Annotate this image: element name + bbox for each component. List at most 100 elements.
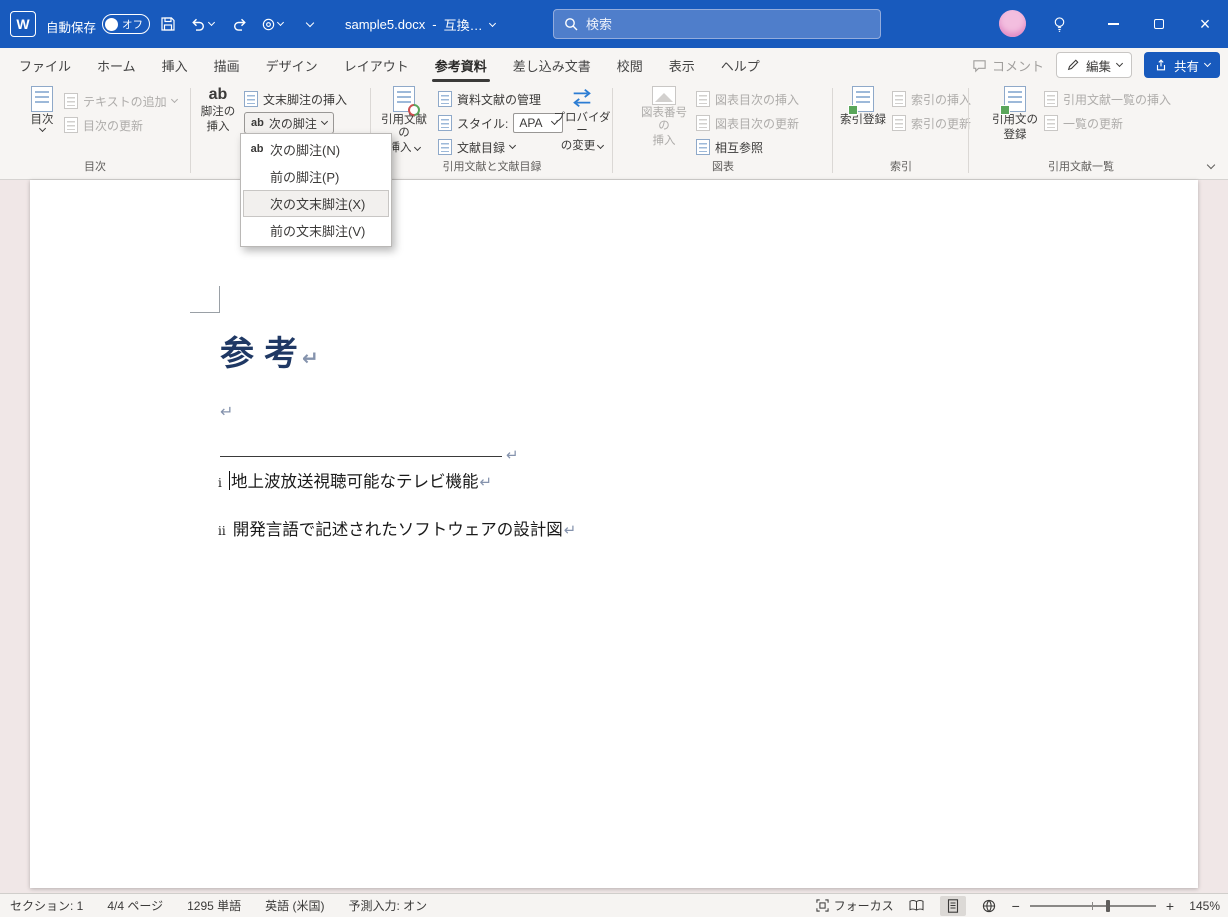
tab-view[interactable]: 表示 [656, 48, 708, 82]
toc-button[interactable]: 目次 [22, 86, 62, 133]
next-footnote-dropdown-menu: ab 次の脚注(N) 前の脚注(P) 次の文末脚注(X) 前の文末脚注(V) [240, 133, 392, 247]
bibliography-button[interactable]: 文献目録 [438, 136, 517, 158]
title-bar: W 自動保存 オフ sample5.docx - 互換… 検索 × [0, 0, 1228, 48]
search-bar[interactable] [553, 9, 881, 39]
user-avatar[interactable] [999, 10, 1026, 37]
menu-item-previous-footnote[interactable]: 前の脚注(P) [243, 163, 389, 190]
chevron-down-icon [276, 18, 284, 27]
tab-layout[interactable]: レイアウト [331, 48, 422, 82]
editing-mode-button[interactable]: 編集 [1055, 52, 1132, 78]
chevron-down-icon [597, 141, 605, 149]
manage-sources-button[interactable]: 資料文献の管理 [438, 88, 541, 110]
insert-index-button[interactable]: 索引の挿入 [892, 88, 971, 110]
zoom-level[interactable]: 145% [1184, 899, 1220, 913]
print-layout-button[interactable] [939, 895, 966, 916]
chevron-down-icon [1115, 59, 1124, 68]
section-indicator[interactable]: セクション: 1 [10, 897, 83, 914]
menu-item-previous-endnote[interactable]: 前の文末脚注(V) [243, 217, 389, 244]
tab-design[interactable]: デザイン [253, 48, 331, 82]
share-icon [1156, 59, 1166, 71]
change-provider-button[interactable]: プロバイダー の変更 [552, 86, 612, 153]
insert-table-of-figures-button[interactable]: 図表目次の挿入 [696, 88, 799, 110]
menu-item-next-endnote[interactable]: 次の文末脚注(X) [243, 190, 389, 217]
group-divider [832, 88, 833, 173]
ab-next-footnote-icon: ab [251, 116, 264, 129]
footnote-2: ii 開発言語で記述されたソフトウェアの設計図 ↵ [218, 516, 576, 540]
ribbon: 目次 テキストの追加 目次の更新 目次 ab 脚注の 挿入 文末脚注の挿入 ab… [0, 82, 1228, 180]
autosave-toggle[interactable]: オフ [102, 14, 150, 34]
save-button[interactable] [158, 14, 178, 34]
language-indicator[interactable]: 英語 (米国) [265, 897, 324, 914]
share-button[interactable]: 共有 [1143, 52, 1220, 78]
zoom-slider[interactable] [1029, 899, 1156, 912]
undo-menu-chevron[interactable] [205, 14, 217, 34]
table-of-authorities-icon [1044, 91, 1058, 107]
zoom-in-button[interactable]: + [1166, 898, 1174, 914]
maximize-button[interactable] [1136, 0, 1182, 48]
menu-item-next-footnote[interactable]: ab 次の脚注(N) [243, 136, 389, 163]
chevron-down-icon [413, 143, 421, 151]
page-indicator[interactable]: 4/4 ページ [107, 897, 163, 914]
mark-citation-button[interactable]: 引用文の 登録 [990, 86, 1040, 142]
next-footnote-button[interactable]: ab 次の脚注 [244, 112, 334, 134]
lightbulb-icon[interactable] [1052, 16, 1067, 36]
paragraph-mark: ↵ [563, 521, 577, 539]
insert-caption-button[interactable]: 図表番号の 挿入 [638, 86, 690, 148]
group-divider [190, 88, 191, 173]
insert-footnote-button[interactable]: ab 脚注の 挿入 [196, 86, 240, 134]
document-title[interactable]: sample5.docx - 互換… [345, 15, 496, 34]
minimize-button[interactable] [1090, 0, 1136, 48]
mark-entry-icon [848, 86, 874, 115]
text-prediction-indicator[interactable]: 予測入力: オン [348, 897, 427, 914]
focus-mode-button[interactable]: フォーカス [816, 897, 894, 914]
close-button[interactable]: × [1182, 0, 1228, 48]
ab-footnote-icon: ab [208, 86, 228, 103]
read-mode-button[interactable] [904, 896, 930, 916]
collapse-ribbon-button[interactable] [1206, 157, 1216, 171]
update-toc-button[interactable]: 目次の更新 [64, 114, 143, 136]
tab-insert[interactable]: 挿入 [149, 48, 201, 82]
tab-references[interactable]: 参考資料 [422, 48, 500, 82]
web-layout-button[interactable] [976, 896, 1002, 916]
chevron-down-icon [207, 18, 215, 27]
add-text-button[interactable]: テキストの追加 [64, 90, 178, 112]
top-right-actions: コメント 編集 共有 [972, 52, 1220, 78]
pen-icon [1067, 59, 1079, 71]
insert-citation-icon [393, 86, 423, 119]
read-mode-icon [909, 900, 924, 911]
web-layout-icon [982, 899, 995, 912]
touch-mode-chevron[interactable] [274, 14, 286, 34]
maximize-icon [1154, 19, 1164, 29]
redo-icon [234, 18, 246, 31]
tab-file[interactable]: ファイル [6, 48, 84, 82]
cross-reference-icon [696, 139, 710, 155]
tab-draw[interactable]: 描画 [201, 48, 253, 82]
search-input[interactable] [586, 16, 846, 32]
customize-quick-access-button[interactable] [300, 14, 320, 34]
tab-review[interactable]: 校閲 [604, 48, 656, 82]
zoom-out-button[interactable]: − [1012, 898, 1020, 914]
redo-button[interactable] [230, 14, 250, 34]
tab-mailings[interactable]: 差し込み文書 [500, 48, 604, 82]
update-index-button[interactable]: 索引の更新 [892, 112, 971, 134]
insert-endnote-button[interactable]: 文末脚注の挿入 [244, 88, 347, 110]
word-count[interactable]: 1295 単語 [187, 897, 241, 914]
style-row: スタイル: APA [438, 112, 564, 134]
zoom-slider-thumb[interactable] [1105, 899, 1110, 912]
document-page[interactable]: 参考 ↵ ↵ ↵ i 地上波放送視聴可能なテレビ機能 ↵ ii 開発言語で記述さ… [30, 180, 1198, 888]
chevron-down-icon [170, 95, 178, 104]
insert-endnote-icon [244, 91, 258, 107]
chevron-down-icon [488, 19, 496, 27]
bibliography-icon [438, 139, 452, 155]
green-badge-icon [848, 105, 858, 115]
tab-help[interactable]: ヘルプ [708, 48, 773, 82]
tab-home[interactable]: ホーム [84, 48, 149, 82]
update-table-of-figures-button[interactable]: 図表目次の更新 [696, 112, 799, 134]
group-label-authorities: 引用文献一覧 [1048, 161, 1114, 173]
update-table-of-authorities-button[interactable]: 一覧の更新 [1044, 112, 1123, 134]
cross-reference-button[interactable]: 相互参照 [696, 136, 763, 158]
insert-table-of-authorities-button[interactable]: 引用文献一覧の挿入 [1044, 88, 1171, 110]
word-app-icon[interactable]: W [10, 11, 36, 37]
comments-button[interactable]: コメント [972, 56, 1044, 75]
mark-index-entry-button[interactable]: 索引登録 [838, 86, 888, 127]
